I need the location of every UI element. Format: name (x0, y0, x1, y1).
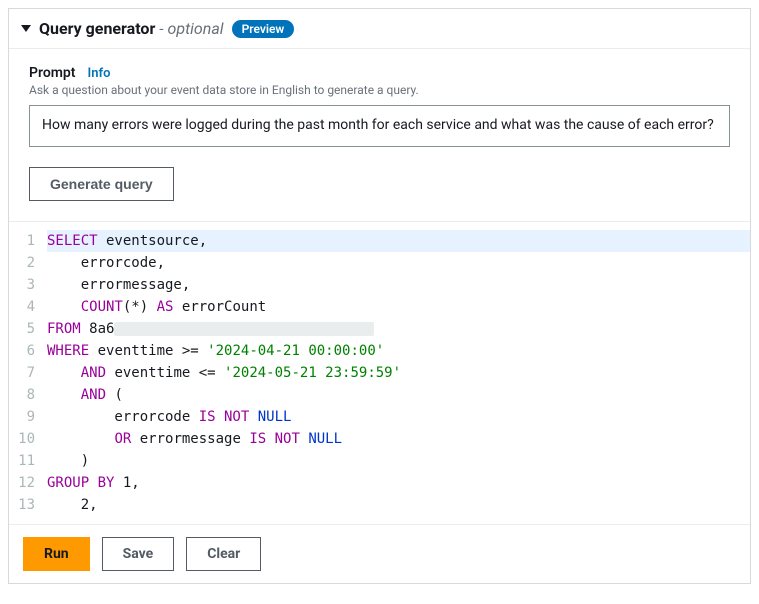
code-token (47, 299, 81, 315)
code-token: '2024-05-21 23:59:59' (224, 365, 401, 381)
code-token: eventsource, (98, 233, 208, 249)
code-content[interactable]: SELECT eventsource, errorcode, errormess… (43, 230, 750, 516)
code-token: 8a6 (81, 321, 115, 337)
line-number: 7 (9, 362, 35, 384)
code-line[interactable]: 2, (47, 494, 750, 516)
code-editor[interactable]: 12345678910111213 SELECT eventsource, er… (9, 222, 750, 524)
code-token: NULL (258, 409, 292, 425)
code-token: ( (106, 387, 123, 403)
code-token: IS NOT (199, 409, 250, 425)
line-number: 6 (9, 340, 35, 362)
line-number: 11 (9, 450, 35, 472)
prompt-label: Prompt (29, 65, 76, 81)
query-generator-panel: Query generator - optional Preview Promp… (8, 8, 751, 584)
code-token: eventtime >= (89, 343, 207, 359)
line-number: 5 (9, 318, 35, 340)
code-token: errorCount (173, 299, 266, 315)
code-token: WHERE (47, 343, 89, 359)
code-line[interactable]: AND ( (47, 384, 750, 406)
code-token: AND (81, 387, 106, 403)
prompt-label-row: Prompt Info (29, 65, 730, 81)
prompt-section: Prompt Info Ask a question about your ev… (9, 49, 750, 222)
title-text: Query generator (39, 19, 155, 38)
code-line[interactable]: ) (47, 450, 750, 472)
code-token: AND (81, 365, 106, 381)
optional-suffix: - optional (159, 19, 223, 38)
code-line[interactable]: errorcode, (47, 252, 750, 274)
code-token (47, 365, 81, 381)
line-number: 10 (9, 428, 35, 450)
clear-button[interactable]: Clear (186, 537, 261, 571)
code-token (148, 299, 156, 315)
panel-header: Query generator - optional Preview (9, 9, 750, 49)
code-line[interactable]: errormessage, (47, 274, 750, 296)
line-number: 8 (9, 384, 35, 406)
code-line[interactable]: COUNT(*) AS errorCount (47, 296, 750, 318)
code-token: NULL (308, 431, 342, 447)
line-number: 13 (9, 494, 35, 516)
code-token: ) (47, 453, 89, 469)
line-number: 1 (9, 230, 35, 252)
code-token: GROUP BY (47, 475, 114, 491)
code-line[interactable]: errorcode IS NOT NULL (47, 406, 750, 428)
code-token: SELECT (47, 233, 98, 249)
code-token: (*) (123, 299, 148, 315)
code-line[interactable]: GROUP BY 1, (47, 472, 750, 494)
line-gutter: 12345678910111213 (9, 230, 43, 516)
code-line[interactable]: AND eventtime <= '2024-05-21 23:59:59' (47, 362, 750, 384)
code-line[interactable]: FROM 8a6 (47, 318, 750, 340)
code-token: COUNT (81, 299, 123, 315)
preview-badge: Preview (232, 20, 295, 38)
code-token: errormessage (131, 431, 249, 447)
code-token: '2024-04-21 00:00:00' (207, 343, 384, 359)
line-number: 4 (9, 296, 35, 318)
run-button[interactable]: Run (23, 537, 90, 571)
code-token (47, 431, 114, 447)
code-token: AS (157, 299, 174, 315)
code-token: 2, (47, 497, 98, 513)
code-token: errorcode, (47, 255, 165, 271)
prompt-input[interactable]: How many errors were logged during the p… (29, 105, 730, 147)
code-token (47, 387, 81, 403)
panel-title: Query generator - optional (39, 19, 224, 38)
line-number: 9 (9, 406, 35, 428)
info-link[interactable]: Info (88, 66, 111, 81)
code-token: IS NOT (249, 431, 300, 447)
line-number: 2 (9, 252, 35, 274)
code-token: errormessage, (47, 277, 190, 293)
code-token (249, 409, 257, 425)
redacted-span (114, 322, 374, 336)
code-line[interactable]: WHERE eventtime >= '2024-04-21 00:00:00' (47, 340, 750, 362)
code-token: 1, (114, 475, 139, 491)
prompt-description: Ask a question about your event data sto… (29, 83, 730, 97)
collapse-icon[interactable] (21, 25, 31, 32)
line-number: 12 (9, 472, 35, 494)
code-token: eventtime <= (106, 365, 224, 381)
generate-query-button[interactable]: Generate query (29, 167, 174, 201)
code-token: errorcode (47, 409, 199, 425)
save-button[interactable]: Save (102, 537, 175, 571)
code-line[interactable]: SELECT eventsource, (47, 230, 750, 252)
action-bar: Run Save Clear (9, 524, 750, 583)
code-token: OR (114, 431, 131, 447)
line-number: 3 (9, 274, 35, 296)
code-token: FROM (47, 321, 81, 337)
code-line[interactable]: OR errormessage IS NOT NULL (47, 428, 750, 450)
